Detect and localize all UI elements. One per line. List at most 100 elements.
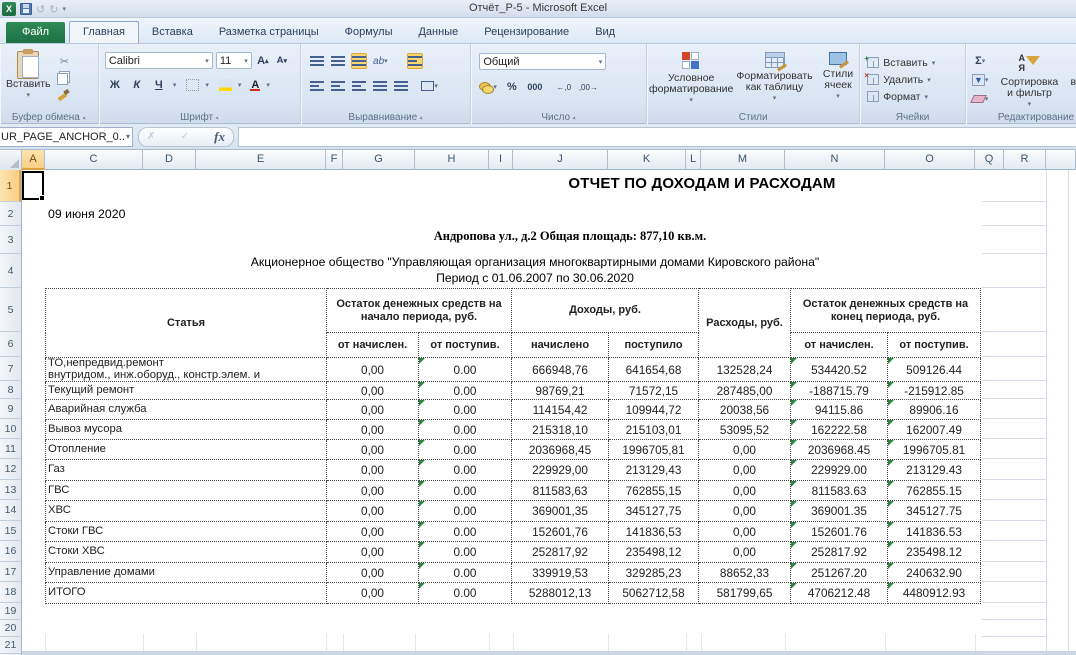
value-cell[interactable]: 162007.49 (888, 420, 981, 440)
tab-Формулы[interactable]: Формулы (332, 22, 406, 43)
font-name-combo[interactable]: Calibri▾ (105, 52, 213, 69)
article-cell[interactable]: Стоки ГВС (46, 522, 327, 542)
format-painter-icon[interactable] (57, 89, 69, 101)
decrease-indent-icon[interactable] (372, 78, 388, 94)
value-cell[interactable]: 0.00 (419, 563, 512, 583)
row-header-13[interactable]: 13 (0, 480, 21, 500)
fill-button[interactable]: ▼▾ (972, 72, 989, 88)
row-header-19[interactable]: 19 (0, 603, 21, 620)
value-cell[interactable]: 251267.20 (791, 563, 888, 583)
underline-button[interactable]: Ч (151, 77, 167, 93)
value-cell[interactable]: 0.00 (419, 382, 512, 400)
tab-Вид[interactable]: Вид (582, 22, 628, 43)
col-header-article[interactable]: Статья (46, 289, 327, 358)
value-cell[interactable]: 0,00 (327, 460, 419, 481)
value-cell[interactable]: 666948,76 (512, 358, 609, 382)
insert-cells-button[interactable]: Вставить▾ (867, 54, 965, 71)
value-cell[interactable]: 0,00 (327, 440, 419, 460)
value-cell[interactable]: 1996705,81 (609, 440, 699, 460)
value-cell[interactable]: 20038,56 (699, 400, 791, 420)
value-cell[interactable]: 88652,33 (699, 563, 791, 583)
row-header-5[interactable]: 5 (0, 288, 21, 332)
sub-header[interactable]: от поступив. (888, 333, 981, 358)
tab-Вставка[interactable]: Вставка (139, 22, 206, 43)
insert-function-icon[interactable]: fx (214, 129, 225, 145)
row-header-7[interactable]: 7 (0, 357, 21, 381)
column-header-K[interactable]: K (608, 150, 686, 170)
value-cell[interactable]: -188715.79 (791, 382, 888, 400)
tab-Рецензирование[interactable]: Рецензирование (471, 22, 582, 43)
col-header-expense[interactable]: Расходы, руб. (699, 289, 791, 358)
column-header-I[interactable]: I (489, 150, 513, 170)
value-cell[interactable]: 0,00 (327, 382, 419, 400)
orientation-icon[interactable]: ab▾ (372, 53, 388, 69)
bold-button[interactable]: Ж (107, 77, 123, 93)
value-cell[interactable]: 94115.86 (791, 400, 888, 420)
article-cell[interactable]: Текущий ремонт (46, 382, 327, 400)
value-cell[interactable]: 132528,24 (699, 358, 791, 382)
value-cell[interactable]: 0.00 (419, 460, 512, 481)
value-cell[interactable]: 0,00 (699, 460, 791, 481)
column-header-M[interactable]: M (701, 150, 785, 170)
row-header-6[interactable]: 6 (0, 332, 21, 357)
sub-header[interactable]: от начислен. (791, 333, 888, 358)
col-header-begin-balance[interactable]: Остаток денежных средств на начало перио… (327, 289, 512, 333)
borders-icon[interactable] (186, 79, 199, 91)
row-header-9[interactable]: 9 (0, 399, 21, 419)
value-cell[interactable]: 0,00 (699, 542, 791, 563)
enter-icon[interactable]: ✓ (181, 131, 189, 142)
value-cell[interactable]: 287485,00 (699, 382, 791, 400)
value-cell[interactable]: 339919,53 (512, 563, 609, 583)
font-size-combo[interactable]: 11▾ (216, 52, 252, 69)
tab-Данные[interactable]: Данные (405, 22, 471, 43)
find-select-button-clipped[interactable]: в (1070, 53, 1076, 110)
column-header-C[interactable]: C (45, 150, 143, 170)
value-cell[interactable]: 762855,15 (609, 481, 699, 501)
row-header-15[interactable]: 15 (0, 521, 21, 541)
value-cell[interactable]: 71572,15 (609, 382, 699, 400)
paste-button[interactable]: Вставить ▾ (6, 51, 51, 101)
conditional-formatting-button[interactable]: Условное форматирование ▾ (652, 52, 730, 106)
article-cell[interactable]: Аварийная служба (46, 400, 327, 420)
font-color-icon[interactable]: А (250, 79, 260, 91)
wrap-text-icon[interactable] (407, 53, 423, 69)
value-cell[interactable]: 641654,68 (609, 358, 699, 382)
value-cell[interactable]: 345127,75 (609, 501, 699, 522)
value-cell[interactable]: 252817,92 (512, 542, 609, 563)
copy-icon[interactable] (57, 73, 68, 85)
value-cell[interactable]: 0.00 (419, 583, 512, 604)
column-header-A[interactable]: A (22, 150, 45, 170)
value-cell[interactable]: 369001.35 (791, 501, 888, 522)
name-box-arrow-icon[interactable]: ▾ (126, 132, 130, 141)
value-cell[interactable]: 2036968.45 (791, 440, 888, 460)
article-cell[interactable]: ХВС (46, 501, 327, 522)
cell-styles-button[interactable]: Стили ячеек ▾ (819, 52, 857, 106)
value-cell[interactable]: 53095,52 (699, 420, 791, 440)
value-cell[interactable]: 0,00 (699, 440, 791, 460)
value-cell[interactable]: 0,00 (327, 542, 419, 563)
value-cell[interactable]: 0.00 (419, 481, 512, 501)
tab-Файл[interactable]: Файл (6, 22, 65, 43)
format-cells-button[interactable]: Формат▾ (867, 88, 965, 105)
cut-icon[interactable]: ✂ (57, 53, 73, 69)
value-cell[interactable]: 0.00 (419, 522, 512, 542)
value-cell[interactable]: 213129,43 (609, 460, 699, 481)
value-cell[interactable]: 0,00 (327, 583, 419, 604)
clear-button[interactable]: ▾ (972, 91, 989, 107)
column-header-L[interactable]: L (686, 150, 701, 170)
font-color-arrow-icon[interactable]: ▾ (266, 81, 270, 89)
sub-header[interactable]: поступило (609, 333, 699, 358)
column-header-O[interactable]: O (885, 150, 975, 170)
value-cell[interactable]: 762855.15 (888, 481, 981, 501)
accounting-format-icon[interactable]: ▾ (479, 79, 497, 95)
active-cell-selection[interactable] (22, 171, 44, 200)
row-header-18[interactable]: 18 (0, 582, 21, 603)
row-header-14[interactable]: 14 (0, 500, 21, 521)
increase-decimal-icon[interactable]: ←,0 (556, 79, 572, 95)
article-cell[interactable]: Отопление (46, 440, 327, 460)
column-header-N[interactable]: N (785, 150, 885, 170)
article-cell[interactable]: ТО,непредвид.ремонтвнутридом., инж.обору… (46, 358, 327, 382)
row-header-10[interactable]: 10 (0, 419, 21, 439)
column-header-Q[interactable]: Q (975, 150, 1004, 170)
value-cell[interactable]: 2036968,45 (512, 440, 609, 460)
